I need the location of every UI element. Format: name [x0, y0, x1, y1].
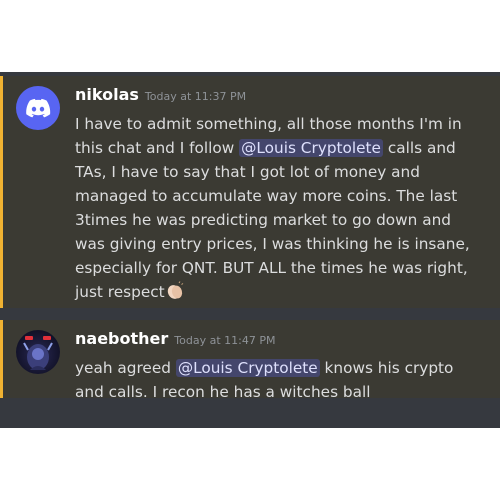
user-mention[interactable]: @Louis Cryptolete: [239, 139, 383, 157]
message-header: nikolas Today at 11:37 PM: [75, 85, 246, 104]
mention-highlight-bar: [0, 76, 3, 308]
timestamp: Today at 11:47 PM: [174, 334, 276, 347]
user-avatar-image: [23, 336, 53, 370]
message-content: yeah agreed @Louis Cryptolete knows his …: [75, 356, 470, 404]
avatar[interactable]: [16, 86, 60, 130]
chat-panel: nikolas Today at 11:37 PM I have to admit…: [0, 72, 500, 428]
message-item[interactable]: nikolas Today at 11:37 PM I have to admit…: [0, 76, 500, 308]
avatar[interactable]: [16, 330, 60, 374]
user-mention[interactable]: @Louis Cryptolete: [175, 359, 320, 377]
message-text: yeah agreed: [75, 359, 176, 377]
timestamp: Today at 11:37 PM: [144, 90, 247, 103]
username[interactable]: naebother: [75, 329, 168, 348]
mention-highlight-bar: [0, 320, 3, 398]
message-text: calls and TAs, I have to say that I got …: [75, 139, 470, 301]
clapping-hands-icon: [167, 281, 183, 299]
message-content: I have to admit something, all those mon…: [75, 112, 470, 304]
discord-logo-icon: [26, 98, 51, 118]
username[interactable]: nikolas: [75, 85, 139, 104]
message-item[interactable]: naebother Today at 11:47 PM yeah agreed @…: [0, 320, 500, 401]
message-header: naebother Today at 11:47 PM: [75, 329, 275, 348]
